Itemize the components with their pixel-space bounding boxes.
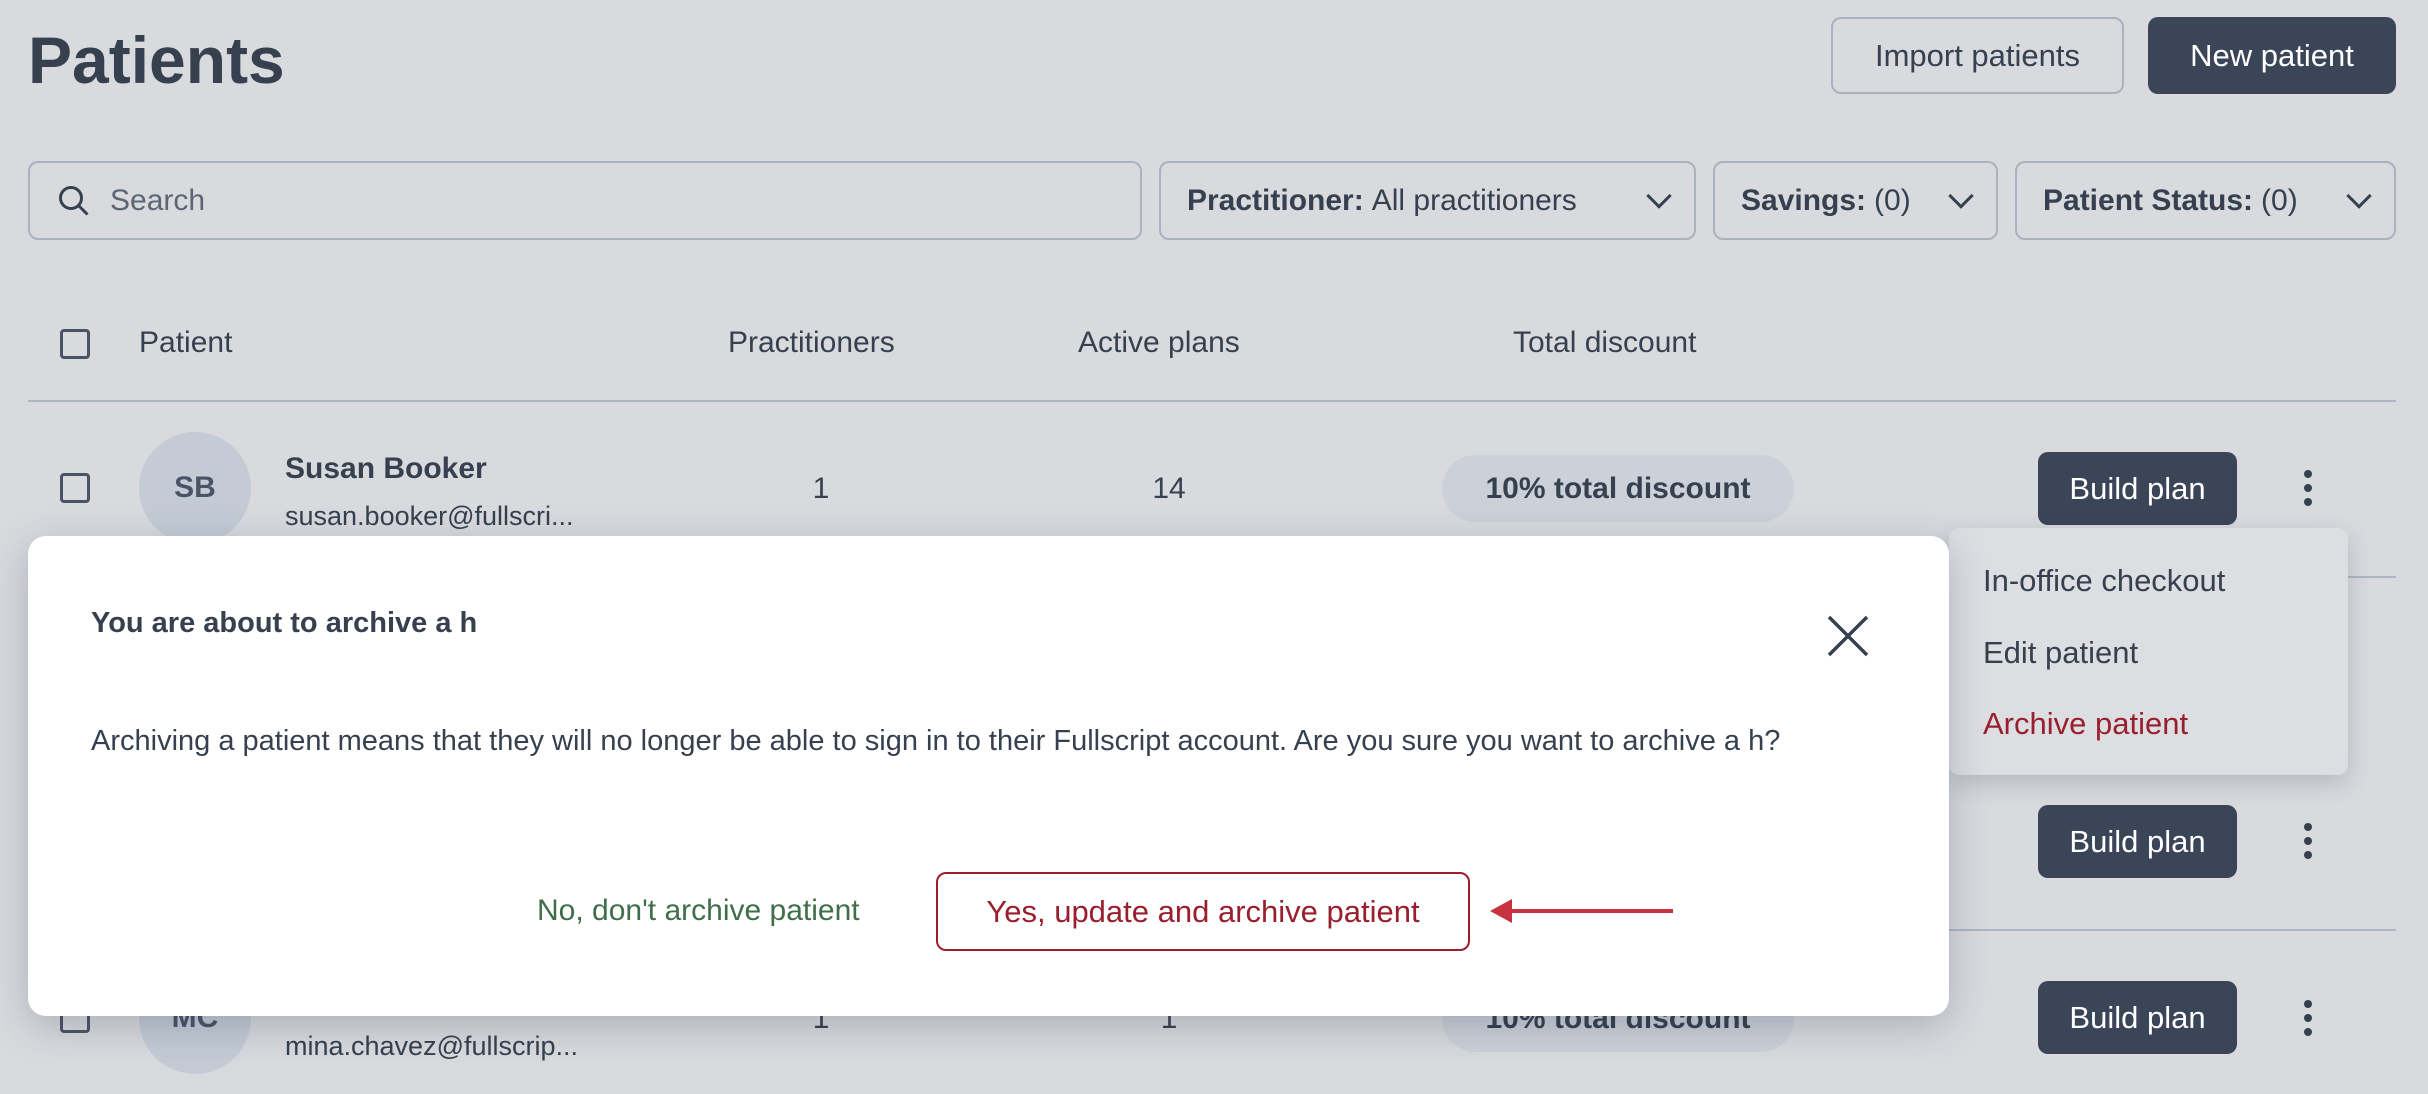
divider — [28, 400, 2396, 402]
filter-label: Practitioner: — [1187, 183, 1364, 217]
patient-status-filter[interactable]: Patient Status: (0) — [2015, 161, 2396, 240]
menu-item-archive-patient[interactable]: Archive patient — [1983, 706, 2188, 742]
chevron-down-icon — [1948, 182, 1974, 209]
filter-value: All practitioners — [1371, 183, 1577, 217]
filter-value: (0) — [1874, 183, 1911, 217]
chevron-down-icon — [2346, 182, 2372, 209]
chevron-down-icon — [1646, 182, 1672, 209]
column-total-discount[interactable]: Total discount — [1513, 326, 1696, 360]
arrow-left-icon — [1490, 899, 1673, 923]
practitioner-filter[interactable]: Practitioner: All practitioners — [1159, 161, 1696, 240]
build-plan-button[interactable]: Build plan — [2038, 981, 2237, 1054]
discount-badge: 10% total discount — [1442, 455, 1794, 522]
patient-email: mina.chavez@fullscrip... — [285, 1031, 579, 1061]
patient-email: susan.booker@fullscri... — [285, 501, 574, 531]
column-practitioners[interactable]: Practitioners — [728, 326, 895, 360]
row-actions-menu: In-office checkout Edit patient Archive … — [1949, 528, 2348, 775]
filter-label: Patient Status: — [2043, 183, 2254, 217]
more-options-icon[interactable] — [2298, 1000, 2318, 1036]
build-plan-button[interactable]: Build plan — [2038, 452, 2237, 525]
select-all-checkbox[interactable] — [60, 329, 90, 359]
practitioners-count: 1 — [812, 472, 830, 505]
more-options-icon[interactable] — [2298, 823, 2318, 859]
row-checkbox[interactable] — [60, 473, 90, 503]
column-active-plans[interactable]: Active plans — [1078, 326, 1240, 360]
menu-item-in-office-checkout[interactable]: In-office checkout — [1983, 563, 2225, 599]
new-patient-button[interactable]: New patient — [2148, 17, 2396, 94]
search-icon — [59, 185, 89, 216]
patient-name[interactable]: Susan Booker — [285, 452, 487, 486]
archive-confirm-modal: You are about to archive a h Archiving a… — [28, 536, 1949, 1016]
page-title: Patients — [28, 23, 285, 97]
close-icon[interactable] — [1826, 614, 1870, 658]
cancel-archive-button[interactable]: No, don't archive patient — [537, 894, 860, 928]
active-plans-count: 14 — [1152, 472, 1186, 505]
filter-label: Savings: — [1741, 183, 1867, 217]
avatar: SB — [139, 432, 251, 544]
filter-value: (0) — [2261, 183, 2298, 217]
import-patients-button[interactable]: Import patients — [1831, 17, 2124, 94]
build-plan-button[interactable]: Build plan — [2038, 805, 2237, 878]
search-input[interactable]: Search — [28, 161, 1142, 240]
modal-title: You are about to archive a h — [91, 607, 478, 639]
search-placeholder: Search — [110, 183, 206, 217]
modal-body: Archiving a patient means that they will… — [91, 725, 1781, 757]
column-patient[interactable]: Patient — [139, 326, 232, 360]
more-options-icon[interactable] — [2298, 470, 2318, 506]
confirm-archive-button[interactable]: Yes, update and archive patient — [936, 872, 1470, 951]
savings-filter[interactable]: Savings: (0) — [1713, 161, 1998, 240]
menu-item-edit-patient[interactable]: Edit patient — [1983, 635, 2138, 671]
